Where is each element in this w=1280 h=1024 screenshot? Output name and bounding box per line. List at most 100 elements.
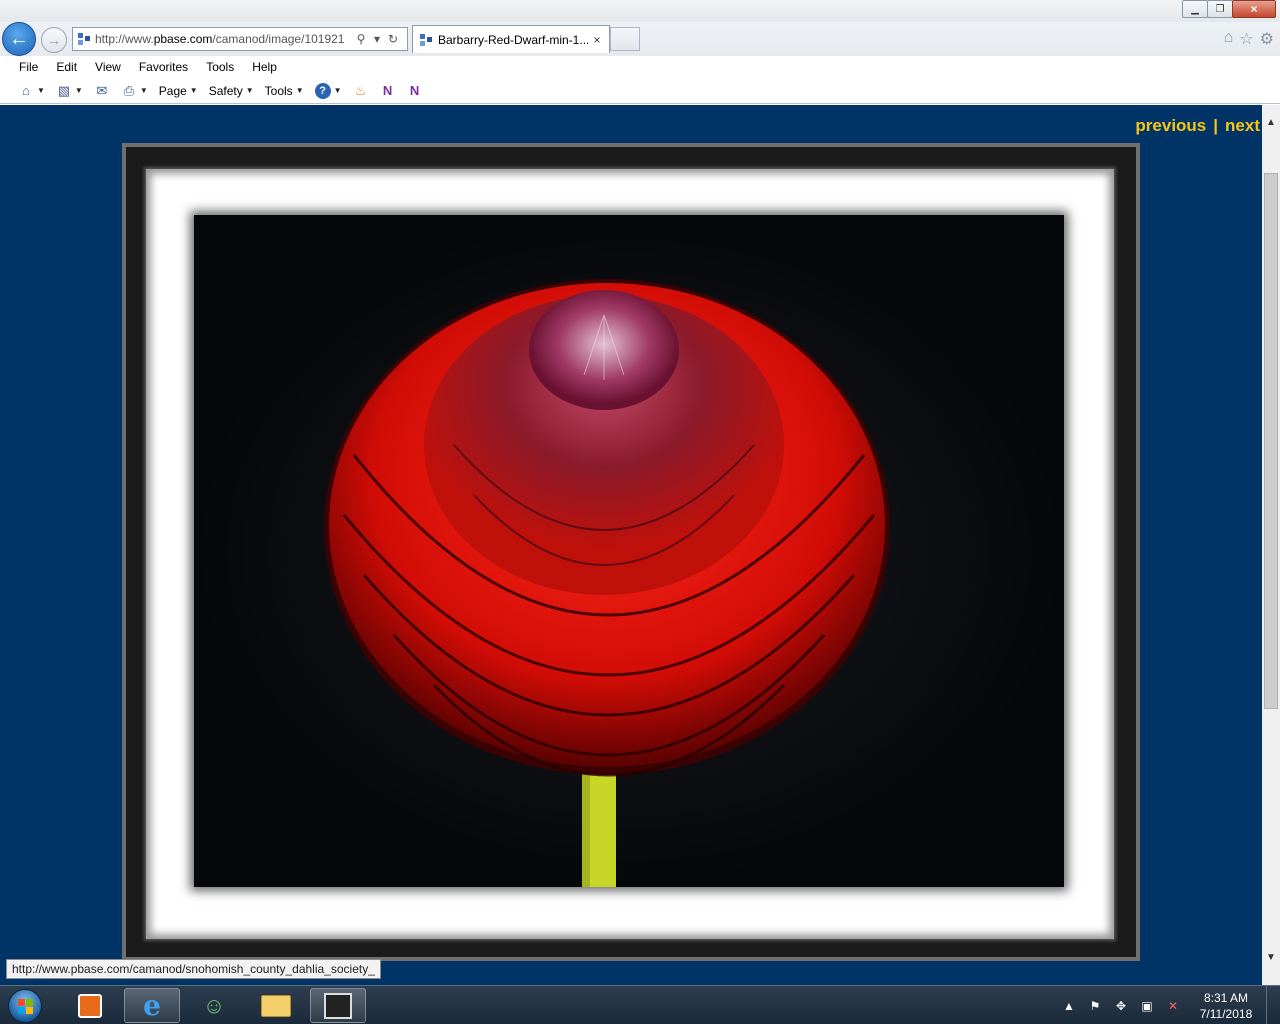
- chevron-down-icon: ▼: [37, 86, 45, 95]
- photo-frame: [122, 143, 1140, 961]
- photo-mat: [146, 169, 1114, 939]
- print-command[interactable]: ⎙ ▼: [121, 83, 148, 99]
- chevron-down-icon: ▼: [295, 86, 304, 95]
- address-url[interactable]: http://www.pbase.com/camanod/image/10192…: [95, 32, 353, 46]
- menu-favorites[interactable]: Favorites: [139, 60, 188, 74]
- tray-expand-icon[interactable]: ▲: [1060, 999, 1078, 1013]
- page-menu[interactable]: Page ▼: [159, 84, 198, 98]
- new-tab-button[interactable]: [610, 27, 640, 51]
- previous-link[interactable]: previous: [1135, 116, 1206, 135]
- media-player-icon: [78, 993, 102, 1018]
- pbase-favicon-icon: [77, 32, 91, 46]
- gear-icon[interactable]: ⚙: [1260, 29, 1274, 49]
- windows-logo-icon: [8, 988, 42, 1023]
- menu-file[interactable]: File: [19, 60, 38, 74]
- scroll-up-icon[interactable]: ▲: [1262, 117, 1280, 134]
- home-icon[interactable]: ⌂: [1224, 29, 1234, 49]
- home-command[interactable]: ⌂ ▼: [18, 83, 45, 99]
- dahlia-illustration: [194, 215, 1064, 887]
- forward-button[interactable]: →: [41, 27, 67, 53]
- back-button[interactable]: ←: [2, 22, 36, 56]
- onenote-icon: N: [382, 83, 393, 98]
- back-arrow-icon: ←: [9, 27, 29, 50]
- folder-icon: [261, 994, 291, 1017]
- menu-bar: File Edit View Favorites Tools Help: [0, 56, 1280, 78]
- tab-favicon-icon: [419, 33, 433, 47]
- restore-button[interactable]: ❐: [1207, 0, 1233, 18]
- menu-help[interactable]: Help: [252, 60, 277, 74]
- photo-app-icon: [324, 992, 352, 1019]
- safety-menu-label: Safety: [208, 83, 243, 98]
- window-titlebar: ▁ ❐ ×: [0, 0, 1280, 22]
- star-icon[interactable]: ☆: [1239, 29, 1253, 49]
- navigation-bar: ← → http://www.pbase.com/camanod/image/1…: [0, 22, 1280, 56]
- close-window-button[interactable]: ×: [1232, 0, 1276, 18]
- addon-java-command[interactable]: ♨: [353, 83, 369, 99]
- address-bar[interactable]: http://www.pbase.com/camanod/image/10192…: [72, 27, 408, 51]
- dropbox-icon[interactable]: ✥: [1112, 999, 1130, 1013]
- flag-icon[interactable]: ⚑: [1086, 999, 1104, 1013]
- search-icon[interactable]: ⚲: [353, 32, 369, 46]
- onenote-command[interactable]: N: [380, 83, 396, 99]
- scroll-down-icon[interactable]: ▼: [1262, 952, 1280, 969]
- taskbar-file-explorer[interactable]: [248, 988, 304, 1023]
- scrollbar-thumb[interactable]: [1264, 173, 1278, 709]
- chevron-down-icon: ▼: [189, 86, 198, 95]
- refresh-icon[interactable]: ↻: [385, 32, 401, 46]
- help-command[interactable]: ? ▼: [314, 82, 342, 99]
- taskbar-internet-explorer[interactable]: e: [124, 988, 180, 1023]
- tab-active[interactable]: Barbarry-Red-Dwarf-min-1.... ×: [412, 25, 610, 53]
- tab-title: Barbarry-Red-Dwarf-min-1....: [438, 32, 588, 47]
- taskbar-photo-app[interactable]: [310, 988, 366, 1023]
- dahlia-photo[interactable]: [194, 215, 1064, 887]
- menu-edit[interactable]: Edit: [56, 60, 77, 74]
- onenote-linked-command[interactable]: N: [407, 83, 423, 99]
- url-domain: pbase.com: [153, 32, 213, 46]
- start-button[interactable]: [4, 986, 46, 1024]
- chevron-down-icon: ▼: [139, 86, 148, 95]
- window-controls: ▁ ❐ ×: [1182, 0, 1276, 18]
- rss-icon: ▧: [57, 82, 71, 98]
- users-icon: ☺: [202, 992, 226, 1018]
- system-tray: ▲ ⚑ ✥ ▣ ✕ 8:31 AM 7/11/2018: [1056, 986, 1280, 1024]
- page-viewport: previous | next: [0, 105, 1262, 985]
- dropdown-icon[interactable]: ▾: [369, 32, 385, 46]
- network-icon[interactable]: ▣: [1138, 999, 1156, 1013]
- safety-menu[interactable]: Safety ▼: [209, 84, 254, 98]
- clock-date: 7/11/2018: [1199, 1006, 1253, 1021]
- vertical-scrollbar[interactable]: ▲ ▼: [1262, 105, 1280, 985]
- tools-menu-label: Tools: [264, 83, 293, 98]
- next-link[interactable]: next: [1225, 116, 1260, 135]
- mail-icon: ✉: [96, 82, 108, 98]
- java-icon: ♨: [354, 82, 367, 98]
- tools-menu[interactable]: Tools ▼: [265, 84, 304, 98]
- internet-explorer-icon: e: [143, 989, 161, 1022]
- home-icon: ⌂: [22, 83, 30, 98]
- clock-time: 8:31 AM: [1203, 990, 1249, 1005]
- url-path: /camanod/image/101921: [212, 32, 345, 46]
- page-menu-label: Page: [158, 83, 187, 98]
- url-prefix: http://www.: [95, 32, 154, 46]
- tab-close-button[interactable]: ×: [588, 33, 606, 47]
- printer-icon: ⎙: [123, 82, 135, 98]
- clock[interactable]: 8:31 AM 7/11/2018: [1192, 990, 1260, 1022]
- mail-command[interactable]: ✉: [94, 83, 110, 99]
- status-url-tooltip: http://www.pbase.com/camanod/snohomish_c…: [6, 959, 381, 979]
- chevron-down-icon: ▼: [74, 86, 83, 95]
- help-icon: ?: [314, 82, 331, 99]
- chevron-down-icon: ▼: [333, 86, 342, 95]
- taskbar-media-player[interactable]: [62, 988, 118, 1023]
- browser-right-icons: ⌂ ☆ ⚙: [1224, 29, 1274, 49]
- show-desktop-button[interactable]: [1266, 986, 1280, 1024]
- feeds-command[interactable]: ▧ ▼: [56, 83, 83, 99]
- taskbar: e ☺ ▲ ⚑ ✥ ▣ ✕ 8:31 AM 7/11/2018: [0, 985, 1280, 1024]
- command-bar: ⌂ ▼ ▧ ▼ ✉ ⎙ ▼ Page ▼ Safety ▼ Tools ▼ ? ▼ ♨ N N: [0, 78, 1280, 104]
- minimize-button[interactable]: ▁: [1182, 0, 1208, 18]
- taskbar-users[interactable]: ☺: [186, 988, 242, 1023]
- menu-tools[interactable]: Tools: [206, 60, 234, 74]
- onenote-linked-icon: N: [409, 83, 420, 98]
- menu-view[interactable]: View: [95, 60, 121, 74]
- pager-separator: |: [1213, 116, 1219, 135]
- volume-muted-icon[interactable]: ✕: [1164, 999, 1182, 1013]
- pager: previous | next: [1135, 116, 1260, 136]
